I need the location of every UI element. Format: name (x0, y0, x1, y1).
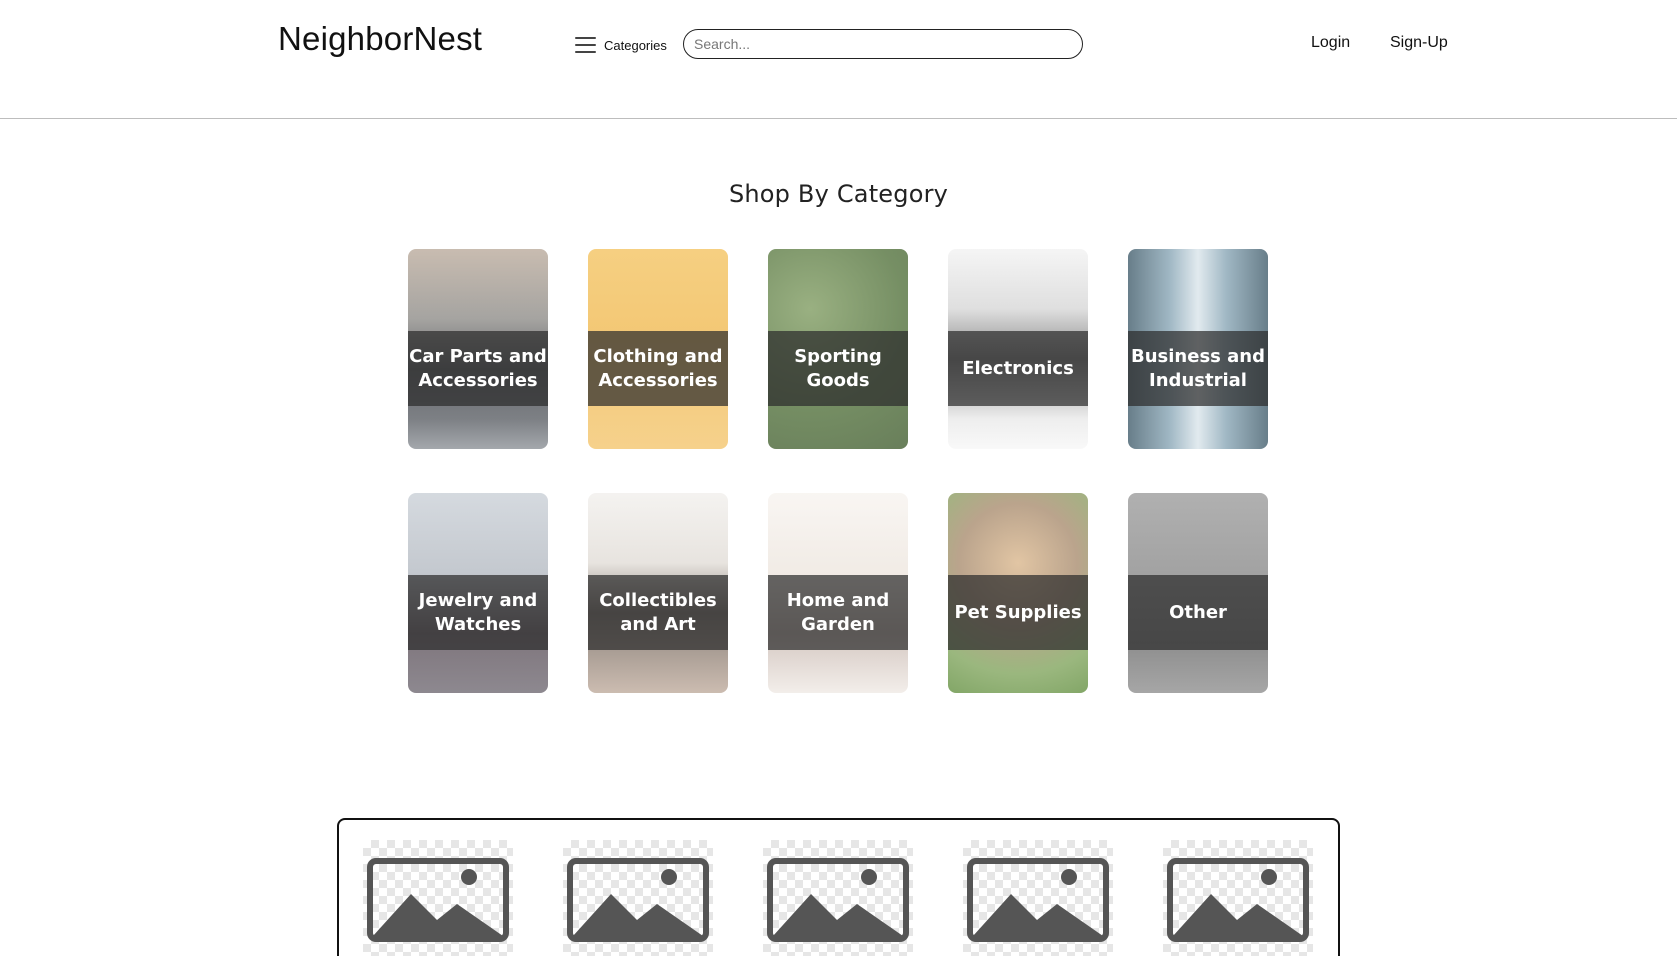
product-thumbnail[interactable] (763, 840, 913, 956)
category-card-home-garden[interactable]: Home and Garden (768, 493, 908, 693)
category-label: Other (1169, 601, 1227, 623)
hamburger-icon (575, 37, 596, 53)
category-label: Car Parts and Accessories (409, 345, 547, 391)
top-navbar: NeighborNest Categories Login Sign-Up (0, 0, 1677, 119)
login-link[interactable]: Login (1311, 34, 1350, 52)
product-thumbnail[interactable] (563, 840, 713, 956)
category-label: Electronics (962, 357, 1074, 379)
category-card-sporting-goods[interactable]: Sporting Goods (768, 249, 908, 449)
section-title: Shop By Category (728, 180, 949, 208)
category-label: Home and Garden (786, 589, 890, 635)
product-thumbnail[interactable] (363, 840, 513, 956)
product-carousel (337, 818, 1340, 956)
image-placeholder-icon (567, 858, 709, 942)
category-card-clothing[interactable]: Clothing and Accessories (588, 249, 728, 449)
image-placeholder-icon (967, 858, 1109, 942)
category-card-collectibles-art[interactable]: Collectibles and Art (588, 493, 728, 693)
product-thumbnail[interactable] (963, 840, 1113, 956)
category-label: Sporting Goods (794, 345, 882, 391)
image-placeholder-icon (1167, 858, 1309, 942)
search-input[interactable] (683, 29, 1083, 59)
category-label: Jewelry and Watches (418, 589, 538, 635)
category-card-pet-supplies[interactable]: Pet Supplies (948, 493, 1088, 693)
category-label: Collectibles and Art (599, 589, 717, 635)
image-placeholder-icon (367, 858, 509, 942)
site-logo[interactable]: NeighborNest (278, 20, 482, 58)
categories-menu-button[interactable]: Categories (575, 34, 667, 56)
category-card-other[interactable]: Other (1128, 493, 1268, 693)
category-card-jewelry-watches[interactable]: Jewelry and Watches (408, 493, 548, 693)
category-card-business-industrial[interactable]: Business and Industrial (1128, 249, 1268, 449)
category-card-electronics[interactable]: Electronics (948, 249, 1088, 449)
signup-link[interactable]: Sign-Up (1390, 34, 1448, 52)
product-thumbnail[interactable] (1163, 840, 1313, 956)
image-placeholder-icon (767, 858, 909, 942)
category-card-car-parts[interactable]: Car Parts and Accessories (408, 249, 548, 449)
categories-label: Categories (604, 37, 667, 53)
category-label: Business and Industrial (1131, 345, 1265, 391)
category-label: Pet Supplies (954, 601, 1082, 623)
category-label: Clothing and Accessories (593, 345, 723, 391)
